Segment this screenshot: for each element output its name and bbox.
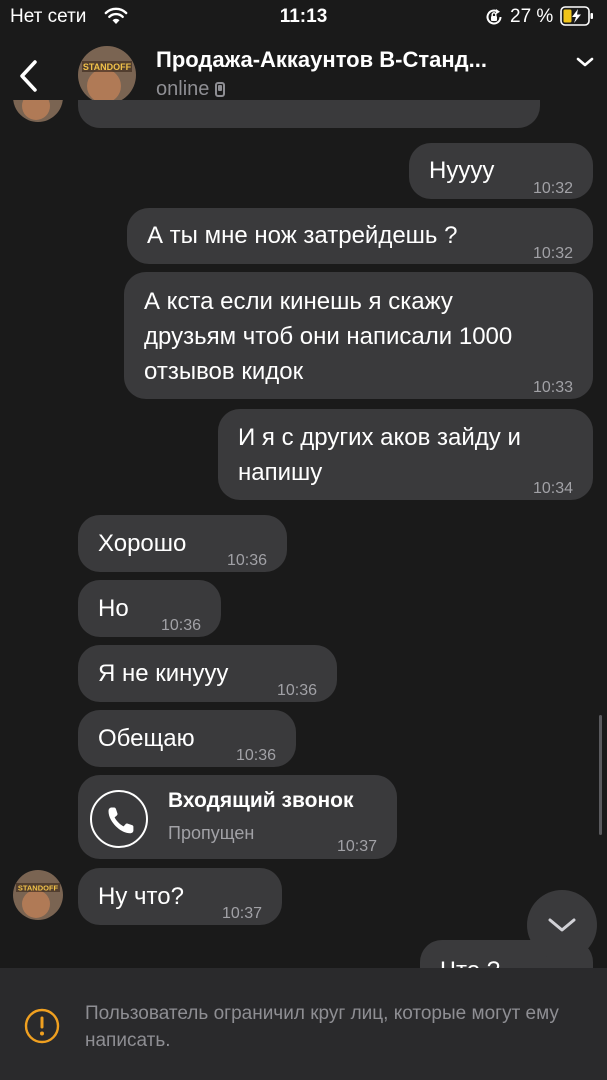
restriction-text: Пользователь ограничил круг лиц, которые… — [85, 1003, 559, 1051]
message-time: 10:32 — [532, 180, 573, 197]
avatar-image: STANDOFF — [13, 870, 63, 920]
message-text-line: И я с других аков зайду и — [238, 424, 521, 451]
message-time: 10:36 — [235, 747, 276, 764]
message-text-line: напишу — [238, 459, 323, 486]
message-time: 10:32 — [532, 245, 573, 262]
message-bubble-partial[interactable] — [78, 100, 540, 128]
battery-charging-icon — [560, 6, 593, 26]
message-time: 10:37 — [221, 905, 262, 922]
message-text-line: А кста если кинешь я скажу — [144, 288, 453, 315]
phone-icon — [108, 807, 134, 834]
message-bubble-incoming[interactable]: Но 10:36 — [78, 580, 221, 637]
sender-avatar[interactable]: STANDOFF — [13, 870, 63, 920]
call-button[interactable] — [90, 790, 148, 848]
call-status: Пропущен — [168, 823, 255, 843]
battery-percent: 27 % — [510, 6, 554, 27]
chat-status: online — [156, 78, 226, 101]
chat-avatar[interactable]: STANDOFF — [78, 46, 136, 104]
message-bubble-incoming[interactable]: Я не кинууу 10:36 — [78, 645, 337, 702]
message-text: Обещаю — [98, 725, 195, 752]
message-text: Нуууу — [429, 157, 495, 184]
restriction-notice: Пользователь ограничил круг лиц, которые… — [0, 968, 607, 1080]
message-bubble-incoming[interactable]: Ну что? 10:37 — [78, 868, 282, 925]
message-bubble-outgoing[interactable]: А ты мне нож затрейдешь ? 10:32 — [127, 208, 593, 264]
message-text: Я не кинууу — [98, 660, 229, 687]
avatar-image: STANDOFF — [78, 46, 136, 104]
message-bubble-outgoing[interactable]: А кста если кинешь я скажу друзьям чтоб … — [124, 272, 593, 399]
message-bubble-incoming[interactable]: Хорошо 10:36 — [78, 515, 287, 572]
message-time: 10:36 — [276, 682, 317, 699]
back-arrow-icon[interactable] — [14, 56, 44, 96]
message-time: 10:33 — [532, 379, 573, 396]
message-text: Ну что? — [98, 883, 184, 910]
chat-title[interactable]: Продажа-Аккаунтов В-Станд... — [156, 47, 556, 73]
message-text: А ты мне нож затрейдешь ? — [147, 222, 458, 249]
mobile-device-icon — [215, 82, 226, 97]
message-text: Что ? — [440, 953, 500, 968]
chevron-down-icon[interactable] — [574, 54, 596, 70]
message-time: 10:34 — [532, 480, 573, 497]
message-time: 10:36 — [226, 552, 267, 569]
rotation-lock-icon — [486, 9, 502, 25]
status-bar: Нет сети 11:13 27 % — [0, 0, 607, 34]
avatar-logo-text: STANDOFF — [18, 884, 59, 893]
message-text: Хорошо — [98, 530, 187, 557]
avatar-logo-text: STANDOFF — [83, 62, 132, 72]
scrollbar[interactable] — [599, 715, 602, 835]
sender-avatar — [13, 100, 63, 122]
message-bubble-outgoing[interactable]: И я с других аков зайду и напишу 10:34 — [218, 409, 593, 500]
chevron-down-icon — [548, 918, 576, 932]
message-list[interactable]: Нуууу 10:32 А ты мне нож затрейдешь ? 10… — [0, 100, 607, 968]
status-text: online — [156, 78, 210, 100]
message-bubble-outgoing[interactable]: Нуууу 10:32 — [409, 143, 593, 199]
call-title: Входящий звонок — [168, 789, 354, 812]
message-bubble-incoming[interactable]: Обещаю 10:36 — [78, 710, 296, 767]
message-time: 10:36 — [160, 617, 201, 634]
message-time: 10:37 — [336, 838, 377, 855]
warning-icon — [24, 1008, 60, 1044]
missed-call-bubble[interactable]: Входящий звонок Пропущен 10:37 — [78, 775, 397, 859]
message-text: Но — [98, 595, 129, 622]
scroll-down-button[interactable] — [527, 890, 597, 960]
message-text-line: друзьям чтоб они написали 1000 — [144, 323, 513, 350]
message-text-line: отзывов кидок — [144, 358, 304, 385]
